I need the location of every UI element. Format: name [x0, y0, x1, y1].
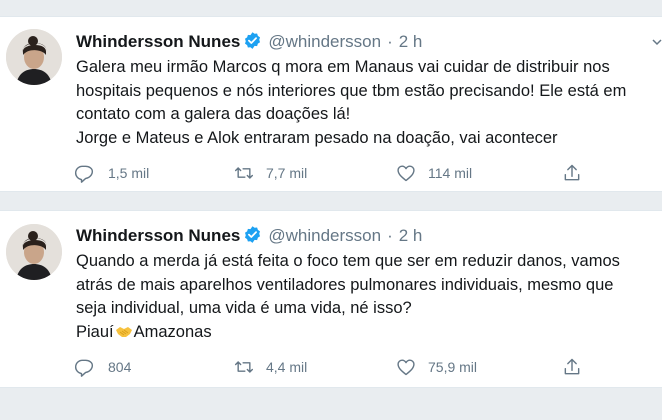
share-button[interactable] [562, 355, 582, 379]
reply-button[interactable]: 804 [74, 355, 131, 379]
tweet-text-line: Quando a merda já está feita o foco tem … [76, 252, 620, 270]
verified-badge-icon [243, 31, 262, 50]
tweet-text-line: contato com a galera das doações lá! [76, 105, 351, 123]
retweet-button[interactable]: 7,7 mil [234, 161, 307, 185]
tweet-text: Quando a merda já está feita o foco tem … [76, 250, 662, 344]
tweet-text-line-last: Piauí Amazonas [76, 321, 662, 345]
tweet-actions: 804 4,4 mil 75,9 mil [74, 355, 594, 379]
retweet-button[interactable]: 4,4 mil [234, 355, 307, 379]
verified-badge-icon [243, 225, 262, 244]
heart-icon [397, 165, 415, 182]
share-icon [564, 358, 580, 375]
tweet-header: Whindersson Nunes @whindersson · 2 h [76, 225, 422, 246]
share-icon [564, 164, 580, 181]
avatar[interactable] [6, 224, 62, 280]
reply-icon [74, 165, 94, 183]
avatar[interactable] [6, 29, 62, 85]
author-name[interactable]: Whindersson Nunes [76, 32, 240, 51]
author-handle[interactable]: @whindersson [268, 226, 381, 245]
tweet-text-line: seja individual, uma vida é uma vida, né… [76, 299, 412, 317]
share-button[interactable] [562, 161, 582, 185]
tweet-text: Galera meu irmão Marcos q mora em Manaus… [76, 56, 662, 150]
tweet-text-line: Jorge e Mateus e Alok entraram pesado na… [76, 128, 558, 147]
tweet-header: Whindersson Nunes @whindersson · 2 h [76, 31, 422, 52]
tweet-time[interactable]: 2 h [399, 226, 423, 245]
tweet-time[interactable]: 2 h [399, 32, 423, 51]
author-name[interactable]: Whindersson Nunes [76, 226, 240, 245]
retweet-icon [234, 167, 254, 179]
tweet-text-line: atrás de mais aparelhos ventiladores pul… [76, 275, 614, 294]
retweet-count: 4,4 mil [266, 359, 308, 375]
reply-count: 804 [108, 359, 132, 375]
like-count: 75,9 mil [428, 359, 478, 375]
like-button[interactable]: 114 mil [396, 161, 472, 185]
like-button[interactable]: 75,9 mil [396, 355, 477, 379]
retweet-count: 7,7 mil [266, 165, 308, 181]
reply-button[interactable]: 1,5 mil [74, 161, 149, 185]
chevron-down-icon[interactable] [652, 37, 662, 47]
separator-dot: · [387, 32, 393, 51]
tweet[interactable]: Whindersson Nunes @whindersson · 2 h Quando… [0, 210, 662, 388]
handshake-emoji-icon [115, 326, 132, 337]
tweet-actions: 1,5 mil 7,7 mil 114 mil [74, 161, 594, 185]
like-count: 114 mil [428, 165, 473, 181]
reply-icon [74, 359, 94, 377]
reply-count: 1,5 mil [108, 165, 150, 181]
tweet-feed: Whindersson Nunes @whindersson · 2 h Galera… [0, 0, 662, 420]
tweet-text-line: hospitais pequenos e nós interiores que … [76, 81, 627, 100]
retweet-icon [234, 361, 254, 373]
text-fragment: Piauí [76, 322, 114, 341]
text-fragment: Amazonas [133, 322, 212, 341]
heart-icon [397, 359, 415, 376]
author-handle[interactable]: @whindersson [268, 32, 381, 51]
tweet[interactable]: Whindersson Nunes @whindersson · 2 h Galera… [0, 16, 662, 192]
tweet-text-line: Galera meu irmão Marcos q mora em Manaus… [76, 58, 610, 76]
separator-dot: · [387, 226, 393, 245]
